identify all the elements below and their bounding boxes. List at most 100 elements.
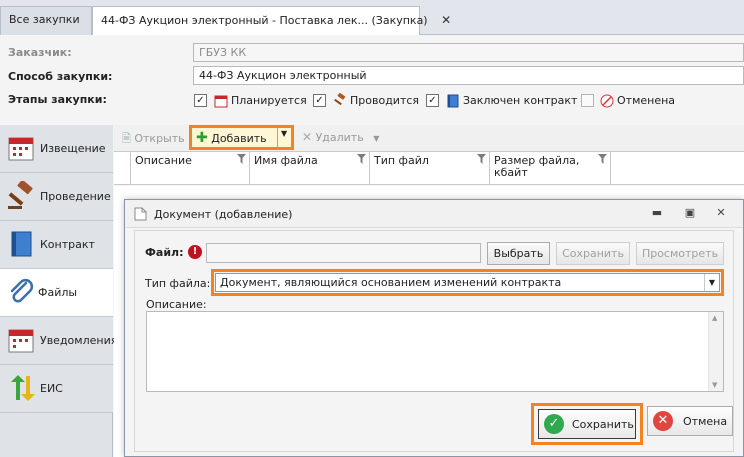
file-type-highlight: Документ, являющийся основанием изменени… xyxy=(211,269,724,296)
customer-label: Заказчик: xyxy=(8,46,72,59)
save-highlight: ✓ Сохранить xyxy=(531,403,643,445)
add-label: Добавить xyxy=(211,132,267,145)
dialog-body: Файл: ! Выбрать Сохранить Просмотреть Ти… xyxy=(134,230,734,452)
cancel-button[interactable]: ✕ Отмена xyxy=(647,406,733,436)
check-icon: ✓ xyxy=(544,414,564,434)
sidebar-item-files[interactable]: Файлы xyxy=(0,269,113,317)
sidebar: Извещение Проведение Контракт Файлы Увед… xyxy=(0,125,117,457)
grid-col-filename[interactable]: Имя файла xyxy=(250,152,370,185)
maximize-icon[interactable]: ▣ xyxy=(683,206,697,220)
calendar-icon xyxy=(214,95,228,108)
delete-button[interactable]: ✕ Удалить ▼ xyxy=(302,130,379,144)
sidebar-item-label: ЕИС xyxy=(40,382,63,395)
document-icon xyxy=(134,207,147,221)
open-icon: 🗎 xyxy=(122,132,131,145)
add-button[interactable]: ✚ Добавить ▼ xyxy=(189,125,294,150)
sidebar-item-label: Извещение xyxy=(40,142,106,155)
filter-icon[interactable] xyxy=(237,154,246,164)
book-icon xyxy=(11,231,32,257)
column-header-label: Описание xyxy=(135,154,192,167)
sidebar-item-label: Уведомления xyxy=(40,334,118,347)
description-input[interactable]: ▲ ▼ xyxy=(146,311,724,392)
chevron-down-icon[interactable]: ▼ xyxy=(704,274,719,291)
stage-cancelled-checkbox[interactable] xyxy=(581,94,594,107)
grid-col-filetype[interactable]: Тип файл xyxy=(370,152,490,185)
file-type-value: Документ, являющийся основанием изменени… xyxy=(220,276,562,289)
close-icon: ✕ xyxy=(302,130,313,144)
sidebar-item-contract[interactable]: Контракт xyxy=(0,221,113,269)
filter-icon[interactable] xyxy=(598,154,607,164)
browse-button[interactable]: Выбрать xyxy=(487,242,550,265)
grid-col-filesize[interactable]: Размер файла, кбайт xyxy=(490,152,611,185)
gavel-icon xyxy=(8,181,33,209)
add-document-dialog: Документ (добавление) ▬ ▣ ✕ Файл: ! Выбр… xyxy=(124,199,744,457)
file-path-field[interactable] xyxy=(206,243,481,263)
sidebar-item-notifications[interactable]: Уведомления xyxy=(0,317,117,365)
close-icon[interactable]: ✕ xyxy=(441,13,451,27)
sidebar-item-eis[interactable]: ЕИС xyxy=(0,365,113,413)
stages-label: Этапы закупки: xyxy=(8,93,107,106)
chevron-down-icon[interactable]: ▼ xyxy=(712,381,717,389)
chevron-up-icon[interactable]: ▲ xyxy=(712,314,717,322)
files-toolbar: 🗎 Открыть ✚ Добавить ▼ ✕ Удалить ▼ xyxy=(114,125,744,151)
sidebar-item-auction[interactable]: Проведение xyxy=(0,173,113,221)
save-file-button[interactable]: Сохранить xyxy=(556,242,630,265)
plus-icon: ✚ xyxy=(196,130,208,146)
save-button[interactable]: ✓ Сохранить xyxy=(538,409,636,439)
tab-label: 44-ФЗ Аукцион электронный - Поставка лек… xyxy=(101,14,428,27)
method-label: Способ закупки: xyxy=(8,70,113,83)
dialog-title: Документ (добавление) xyxy=(154,208,293,221)
stage-contract-checkbox[interactable]: ✓ xyxy=(426,94,439,107)
chevron-down-icon[interactable]: ▼ xyxy=(373,134,379,143)
close-icon[interactable]: ✕ xyxy=(714,206,728,220)
paperclip-icon xyxy=(10,278,34,303)
filter-icon[interactable] xyxy=(357,154,366,164)
column-header-label: Размер файла, кбайт xyxy=(494,154,580,179)
description-scrollbar[interactable]: ▲ ▼ xyxy=(708,312,723,391)
purchase-header: Заказчик: ГБУЗ КК Способ закупки: 44-ФЗ … xyxy=(0,35,744,123)
gavel-icon xyxy=(334,93,346,106)
grid-col-description[interactable]: Описание xyxy=(131,152,250,185)
column-header-label: Имя файла xyxy=(254,154,318,167)
delete-label: Удалить xyxy=(315,131,364,144)
stage-running-label: Проводится xyxy=(350,94,420,107)
cancel-icon xyxy=(600,94,614,108)
tab-label: Все закупки xyxy=(9,13,80,26)
file-type-label: Тип файла: xyxy=(145,277,211,290)
customer-field: ГБУЗ КК xyxy=(193,43,744,62)
error-icon: ! xyxy=(188,245,202,259)
tab-all-purchases[interactable]: Все закупки xyxy=(0,6,92,35)
cancel-label: Отмена xyxy=(683,415,728,428)
calendar-icon xyxy=(8,329,34,353)
column-header-label: Тип файл xyxy=(374,154,429,167)
grid-indicator-col xyxy=(114,152,131,185)
open-label: Открыть xyxy=(134,132,185,145)
minimize-icon[interactable]: ▬ xyxy=(650,206,664,220)
sidebar-item-label: Контракт xyxy=(40,238,95,251)
stage-cancelled-label: Отменена xyxy=(617,94,676,107)
file-label: Файл: xyxy=(145,246,184,259)
arrows-icon xyxy=(11,375,35,401)
save-label: Сохранить xyxy=(572,418,634,431)
tab-bar: Все закупки 44-ФЗ Аукцион электронный - … xyxy=(0,0,744,36)
stage-planned-label: Планируется xyxy=(231,94,307,107)
filter-icon[interactable] xyxy=(477,154,486,164)
sidebar-item-notice[interactable]: Извещение xyxy=(0,125,113,173)
close-icon: ✕ xyxy=(653,411,673,431)
stage-planned-checkbox[interactable]: ✓ xyxy=(194,94,207,107)
file-type-select[interactable]: Документ, являющийся основанием изменени… xyxy=(215,273,720,292)
dialog-titlebar[interactable]: Документ (добавление) ▬ ▣ ✕ xyxy=(125,200,743,228)
description-label: Описание: xyxy=(146,298,207,311)
stage-contract-label: Заключен контракт xyxy=(463,94,578,107)
chevron-down-icon[interactable]: ▼ xyxy=(281,129,287,138)
tab-purchase[interactable]: 44-ФЗ Аукцион электронный - Поставка лек… xyxy=(92,6,451,36)
calendar-icon xyxy=(8,137,34,161)
sidebar-item-label: Файлы xyxy=(38,286,78,299)
stage-running-checkbox[interactable]: ✓ xyxy=(313,94,326,107)
book-icon xyxy=(447,94,459,108)
sidebar-item-label: Проведение xyxy=(40,190,111,203)
open-button[interactable]: 🗎 Открыть xyxy=(122,130,185,149)
files-grid-header: Описание Имя файла Тип файл Размер файла… xyxy=(114,151,744,185)
view-button[interactable]: Просмотреть xyxy=(636,242,724,265)
method-field[interactable]: 44-ФЗ Аукцион электронный xyxy=(193,66,744,85)
